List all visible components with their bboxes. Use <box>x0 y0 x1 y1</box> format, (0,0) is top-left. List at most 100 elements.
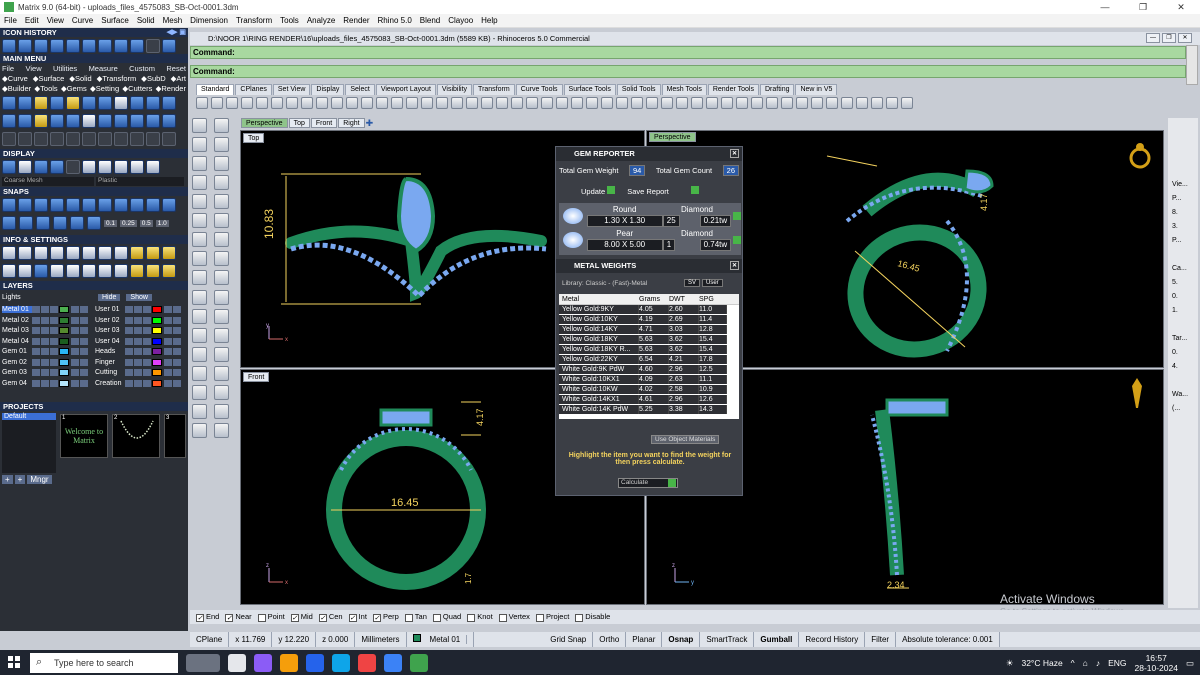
draw-tool-icon[interactable] <box>192 251 207 267</box>
main-menu-utilities[interactable]: Utilities <box>53 64 77 73</box>
layer-color-swatch[interactable] <box>152 327 162 334</box>
toolbar-tab-transform[interactable]: Transform <box>473 84 515 95</box>
file-explorer-icon[interactable] <box>280 653 298 672</box>
menu-solid-link[interactable]: ◆Solid <box>69 74 91 83</box>
layer-option-icon[interactable] <box>71 348 79 355</box>
layer-name[interactable]: Gem 04 <box>2 380 32 387</box>
draw-tool-icon[interactable] <box>214 289 229 305</box>
layer-name[interactable]: Gem 03 <box>2 369 32 376</box>
menu-gems-link[interactable]: ◆Gems <box>61 84 87 93</box>
menu-tools[interactable]: Tools <box>280 16 299 25</box>
toolbar-tab-cplanes[interactable]: CPlanes <box>235 84 272 95</box>
layer-lock-icon[interactable] <box>41 358 49 366</box>
layer-visibility-icon[interactable] <box>32 379 40 387</box>
info-icon[interactable] <box>146 264 160 278</box>
draw-tool-icon[interactable] <box>192 194 207 210</box>
close-button[interactable]: ✕ <box>1162 0 1200 14</box>
tray-chevron-icon[interactable]: ^ <box>1071 658 1075 668</box>
windows-start-icon[interactable] <box>8 656 20 668</box>
history-tool-icon[interactable] <box>130 39 144 53</box>
layer-lock-icon[interactable] <box>41 306 49 313</box>
layer-row[interactable]: Gem 03 <box>2 368 94 377</box>
layer-option-icon[interactable] <box>80 316 88 324</box>
layers-header[interactable]: LAYERS <box>0 281 188 290</box>
standard-tool-icon[interactable] <box>271 97 283 109</box>
info-icon[interactable] <box>114 264 128 278</box>
update-button[interactable]: Update <box>581 186 616 196</box>
layer-option-icon[interactable] <box>71 327 79 334</box>
history-tool-icon[interactable] <box>162 39 176 53</box>
menu-setting-link[interactable]: ◆Setting <box>90 84 119 93</box>
toolbar-tab-mesh-tools[interactable]: Mesh Tools <box>661 84 707 95</box>
draw-tool-icon[interactable] <box>214 384 229 400</box>
history-tool-icon[interactable] <box>82 39 96 53</box>
tool-icon[interactable] <box>162 132 176 146</box>
standard-tool-icon[interactable] <box>406 97 418 109</box>
info-icon[interactable] <box>82 264 96 278</box>
metal-row[interactable]: White Gold:10KW 4.02 2.58 10.9 <box>559 385 739 395</box>
snap-icon[interactable] <box>2 198 16 212</box>
standard-tool-icon[interactable] <box>901 97 913 109</box>
layer-option-icon[interactable] <box>173 379 181 387</box>
layer-visibility-icon[interactable] <box>32 306 40 313</box>
standard-tool-icon[interactable] <box>346 97 358 109</box>
tool-icon[interactable] <box>2 132 16 146</box>
layer-visibility-icon[interactable] <box>125 327 133 334</box>
layer-option-icon[interactable] <box>164 316 172 324</box>
layer-row[interactable]: Metal 01 <box>2 305 94 314</box>
layer-option-icon[interactable] <box>173 369 181 376</box>
draw-tool-icon[interactable] <box>192 327 207 343</box>
project-thumbnail-2[interactable] <box>112 414 160 458</box>
tool-icon[interactable] <box>82 114 96 128</box>
edge-icon[interactable] <box>306 653 324 672</box>
osnap-cen[interactable]: ✓ Cen <box>318 612 343 622</box>
copilot-icon[interactable] <box>254 653 272 672</box>
layer-visibility-icon[interactable] <box>125 379 133 387</box>
tool-icon[interactable] <box>146 114 160 128</box>
layer-row[interactable]: Gem 04 <box>2 379 94 388</box>
standard-tool-icon[interactable] <box>391 97 403 109</box>
pendant-thumbnail-icon[interactable] <box>1130 376 1144 412</box>
tool-icon[interactable] <box>114 96 128 110</box>
layer-row[interactable]: Metal 03 <box>2 326 94 335</box>
layer-visibility-icon[interactable] <box>125 316 133 324</box>
draw-tool-icon[interactable] <box>192 384 207 400</box>
snap-icon[interactable] <box>19 216 33 230</box>
layer-color-swatch[interactable] <box>152 337 162 345</box>
draw-tool-icon[interactable] <box>214 213 229 229</box>
draw-tool-icon[interactable] <box>214 137 229 153</box>
toolbar-tab-select[interactable]: Select <box>345 84 375 95</box>
layer-name[interactable]: Finger <box>95 359 125 366</box>
layer-lock-icon[interactable] <box>134 358 142 366</box>
standard-tool-icon[interactable] <box>361 97 373 109</box>
layer-select-icon[interactable] <box>143 348 151 355</box>
menu-surface[interactable]: Surface <box>101 16 129 25</box>
layer-lock-icon[interactable] <box>134 327 142 334</box>
layer-color-swatch[interactable] <box>59 358 69 366</box>
standard-tool-icon[interactable] <box>541 97 553 109</box>
layer-lock-icon[interactable] <box>41 348 49 355</box>
layer-visibility-icon[interactable] <box>125 358 133 366</box>
osnap-project[interactable]: Project <box>535 612 569 622</box>
standard-tool-icon[interactable] <box>331 97 343 109</box>
draw-tool-icon[interactable] <box>192 118 207 133</box>
layer-select-icon[interactable] <box>143 358 151 366</box>
menu-builder-link[interactable]: ◆Builder <box>2 84 31 93</box>
standard-tool-icon[interactable] <box>466 97 478 109</box>
snap-icon[interactable] <box>53 216 67 230</box>
osnap-vertex[interactable]: Vertex <box>498 612 530 622</box>
standard-tool-icon[interactable] <box>856 97 868 109</box>
project-default[interactable]: Default <box>2 413 56 420</box>
standard-tool-icon[interactable] <box>631 97 643 109</box>
tool-icon[interactable] <box>66 96 80 110</box>
layer-row[interactable]: Metal 02 <box>2 316 94 325</box>
layer-row[interactable]: User 01 <box>95 305 187 314</box>
menu-cutters-link[interactable]: ◆Cutters <box>122 84 152 93</box>
display-mode-icon[interactable] <box>82 160 96 174</box>
tab-right[interactable]: Right <box>338 118 365 128</box>
main-menu-file[interactable]: File <box>2 64 14 73</box>
layer-lock-icon[interactable] <box>134 306 142 313</box>
layer-visibility-icon[interactable] <box>32 369 40 376</box>
standard-tool-icon[interactable] <box>226 97 238 109</box>
layer-select-icon[interactable] <box>50 369 58 376</box>
